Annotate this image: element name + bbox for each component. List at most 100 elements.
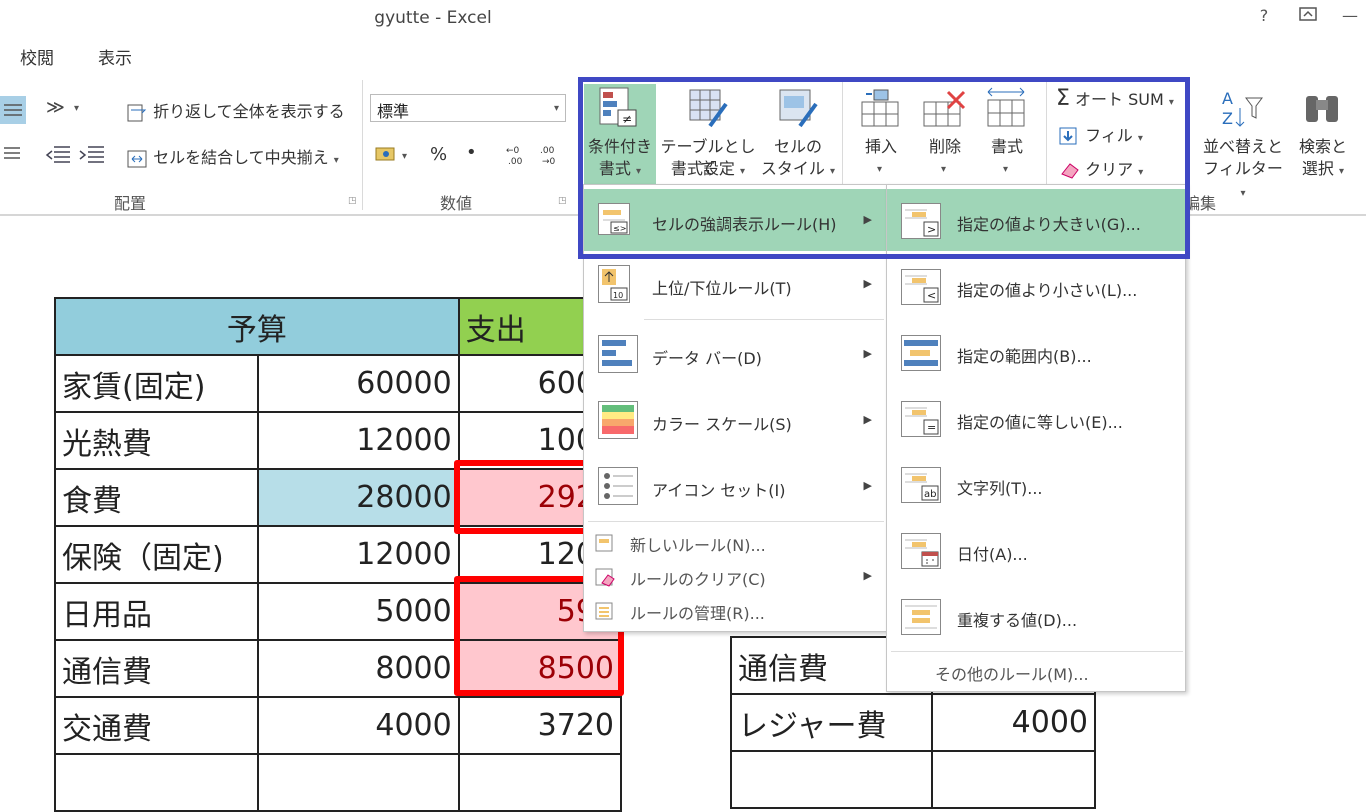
top-bottom-icon: 10 bbox=[598, 265, 630, 303]
submenu-item-label: その他のルール(M)... bbox=[935, 665, 1089, 684]
orientation-button[interactable]: ≫ ▾ bbox=[44, 94, 88, 124]
cell-name[interactable]: 家賃(固定) bbox=[54, 354, 259, 413]
submenu-item-between[interactable]: 指定の範囲内(B)... bbox=[887, 321, 1185, 383]
menu-item-top-bottom-rules[interactable]: 10 上位/下位ルール(T) ▶ bbox=[584, 255, 886, 317]
format-as-table-button[interactable]: テーブルとして 書式設定 ▾ bbox=[658, 84, 758, 184]
cell-budget[interactable]: 28000 bbox=[256, 468, 460, 527]
table-style-icon bbox=[688, 88, 728, 134]
find-select-button[interactable]: 検索と 選択 ▾ bbox=[1290, 84, 1356, 184]
manage-rules-icon bbox=[594, 601, 614, 625]
autosum-button[interactable]: Σ オート SUM ▾ bbox=[1056, 86, 1174, 111]
indent-icon[interactable] bbox=[0, 142, 24, 170]
svg-text:10: 10 bbox=[613, 291, 623, 300]
menu-item-highlight-cells-rules[interactable]: ≤> セルの強調表示ルール(H) ▶ bbox=[584, 189, 886, 251]
menu-item-new-rule[interactable]: 新しいルール(N)... bbox=[584, 527, 886, 559]
delete-button[interactable]: 削除 ▾ bbox=[916, 84, 974, 184]
menu-item-manage-rules[interactable]: ルールの管理(R)... bbox=[584, 595, 886, 627]
cell-budget[interactable]: 5000 bbox=[256, 582, 460, 641]
decrease-decimal-icon[interactable]: .00 →0 bbox=[540, 142, 566, 170]
fill-button[interactable]: フィル ▾ bbox=[1058, 122, 1143, 148]
menu-item-color-scales[interactable]: カラー スケール(S) ▶ bbox=[584, 389, 886, 451]
chevron-down-icon: ▾ bbox=[941, 164, 947, 175]
cell-value[interactable]: 4000 bbox=[931, 693, 1096, 752]
submenu-item-label: 指定の範囲内(B)... bbox=[957, 347, 1092, 366]
number-format-value: 標準 bbox=[377, 102, 410, 121]
delete-cells-icon bbox=[922, 88, 968, 134]
decrease-indent-icon[interactable] bbox=[44, 142, 74, 170]
table-row: 家賃(固定) 60000 6000 bbox=[54, 354, 623, 413]
dialog-launcher-icon[interactable]: ◳ bbox=[558, 196, 567, 206]
cell-name[interactable] bbox=[54, 753, 259, 812]
menu-item-label: セルの強調表示ルール(H) bbox=[652, 215, 837, 234]
cell-budget[interactable]: 8000 bbox=[256, 639, 460, 698]
comma-style-button[interactable]: • bbox=[466, 142, 477, 163]
cell-budget[interactable]: 12000 bbox=[256, 525, 460, 584]
chevron-down-icon: ▾ bbox=[333, 155, 339, 166]
cell-budget[interactable]: 60000 bbox=[256, 354, 460, 413]
insert-button[interactable]: 挿入 ▾ bbox=[852, 84, 910, 184]
submenu-item-text-contains[interactable]: ab 文字列(T)... bbox=[887, 453, 1185, 515]
sort-filter-button[interactable]: AZ 並べ替えと フィルター ▾ bbox=[1200, 84, 1286, 199]
minimize-button[interactable]: — bbox=[1336, 6, 1364, 28]
color-scale-icon bbox=[598, 401, 638, 439]
percent-style-button[interactable]: % bbox=[430, 144, 447, 165]
increase-indent-icon[interactable] bbox=[78, 142, 108, 170]
increase-decimal-icon[interactable]: ←0.00 bbox=[506, 142, 532, 170]
tab-review[interactable]: 校閲 bbox=[20, 44, 54, 69]
chevron-right-icon: ▶ bbox=[863, 569, 872, 582]
conditional-formatting-button[interactable]: ≠ 条件付き 書式 ▾ bbox=[584, 84, 656, 184]
align-left-button[interactable] bbox=[0, 96, 26, 124]
menu-item-data-bars[interactable]: データ バー(D) ▶ bbox=[584, 323, 886, 385]
submenu-item-equal-to[interactable]: = 指定の値に等しい(E)... bbox=[887, 387, 1185, 449]
cell-expense[interactable] bbox=[457, 753, 623, 812]
help-button[interactable]: ? bbox=[1250, 6, 1278, 28]
tab-view[interactable]: 表示 bbox=[98, 44, 132, 69]
cell-budget[interactable]: 12000 bbox=[256, 411, 460, 470]
menu-item-label: カラー スケール(S) bbox=[652, 415, 792, 434]
cell-name[interactable]: 食費 bbox=[54, 468, 259, 527]
cell-name[interactable]: 交通費 bbox=[54, 696, 259, 755]
cell-name[interactable]: 日用品 bbox=[54, 582, 259, 641]
clear-button[interactable]: クリア ▾ bbox=[1058, 156, 1143, 182]
svg-text:<: < bbox=[927, 289, 936, 302]
table-row bbox=[54, 753, 623, 812]
chevron-down-icon: ▾ bbox=[1003, 164, 1009, 175]
cell-name[interactable]: 光熱費 bbox=[54, 411, 259, 470]
svg-text:≠: ≠ bbox=[622, 112, 632, 126]
submenu-item-less-than[interactable]: < 指定の値より小さい(L)... bbox=[887, 255, 1185, 317]
submenu-item-more-rules[interactable]: その他のルール(M)... bbox=[887, 657, 1185, 689]
cell-name[interactable]: 保険（固定) bbox=[54, 525, 259, 584]
submenu-item-date[interactable]: 日付(A)... bbox=[887, 519, 1185, 581]
submenu-item-duplicate-values[interactable]: 重複する値(D)... bbox=[887, 585, 1185, 647]
menu-separator bbox=[588, 521, 884, 522]
chevron-right-icon: ▶ bbox=[863, 213, 872, 226]
format-button[interactable]: 書式 ▾ bbox=[978, 84, 1036, 184]
submenu-item-greater-than[interactable]: > 指定の値より大きい(G)... bbox=[887, 189, 1185, 251]
cell-budget[interactable] bbox=[256, 753, 460, 812]
find-select-label1: 検索と bbox=[1298, 137, 1347, 156]
clear-label: クリア bbox=[1085, 160, 1134, 179]
wrap-text-button[interactable]: 折り返して全体を表示する bbox=[126, 98, 345, 124]
menu-item-clear-rules[interactable]: ルールのクリア(C) ▶ bbox=[584, 561, 886, 593]
accounting-format-button[interactable]: ▾ bbox=[374, 142, 418, 172]
cell-name[interactable]: 通信費 bbox=[54, 639, 259, 698]
cell-name[interactable] bbox=[729, 750, 934, 809]
cell-styles-button[interactable]: セルの スタイル ▾ bbox=[760, 84, 836, 184]
menu-item-icon-sets[interactable]: アイコン セット(I) ▶ bbox=[584, 455, 886, 517]
submenu-item-label: 日付(A)... bbox=[957, 545, 1028, 564]
header-budget[interactable]: 予算 bbox=[54, 297, 460, 356]
cell-value[interactable] bbox=[931, 750, 1096, 809]
restore-icon[interactable] bbox=[1294, 6, 1322, 28]
cell-name[interactable]: レジャー費 bbox=[729, 693, 934, 752]
dialog-launcher-icon[interactable]: ◳ bbox=[348, 196, 357, 206]
chevron-right-icon: ▶ bbox=[863, 347, 872, 360]
number-format-select[interactable]: 標準 ▾ bbox=[370, 94, 566, 122]
table-row: 保険（固定) 12000 1200 bbox=[54, 525, 623, 584]
highlight-cells-icon: ≤> bbox=[598, 203, 630, 235]
cell-budget[interactable]: 4000 bbox=[256, 696, 460, 755]
sort-filter-label1: 並べ替えと bbox=[1202, 137, 1283, 156]
cell-expense[interactable]: 3720 bbox=[457, 696, 623, 755]
merge-center-button[interactable]: セルを結合して中央揃え ▾ bbox=[126, 144, 339, 170]
fill-label: フィル bbox=[1085, 126, 1133, 145]
wrap-text-icon bbox=[126, 102, 148, 124]
